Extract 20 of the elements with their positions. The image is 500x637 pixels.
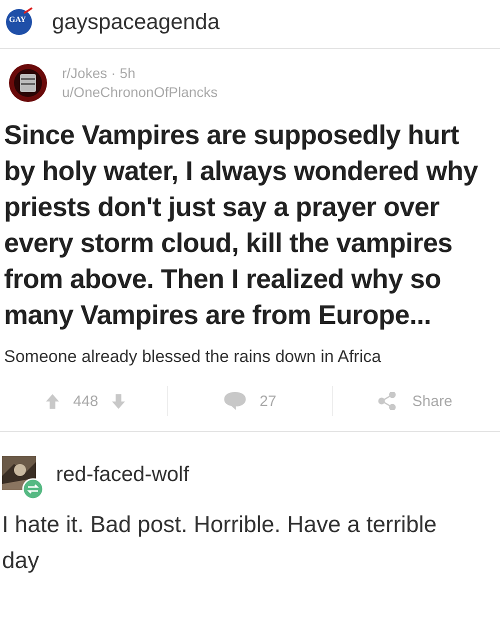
avatar-label: GAY <box>9 15 26 24</box>
subreddit-icon <box>8 63 48 103</box>
reblog-icon <box>22 478 44 500</box>
reblog-comment: I hate it. Bad post. Horrible. Have a terrible day <box>2 510 438 575</box>
post-body: Someone already blessed the rains down in Africa <box>4 347 382 367</box>
comment-icon[interactable] <box>224 392 246 410</box>
score: 448 <box>73 392 98 410</box>
share-icon[interactable] <box>376 392 398 410</box>
post-age: 5h <box>120 65 136 81</box>
comment-count: 27 <box>260 392 276 410</box>
separator-dot: · <box>111 65 116 81</box>
subreddit-name[interactable]: r/Jokes <box>62 65 108 81</box>
upvote-icon[interactable] <box>46 394 60 408</box>
blog-name[interactable]: gayspaceagenda <box>52 9 220 35</box>
username[interactable]: u/OneChrononOfPlancks <box>62 83 218 102</box>
avatar-icon <box>4 7 34 37</box>
downvote-icon[interactable] <box>112 394 126 408</box>
share-link[interactable]: Share <box>412 392 452 410</box>
reblogger-name[interactable]: red-faced-wolf <box>56 463 190 487</box>
post-title: Since Vampires are supposedly hurt by holy water, I always wondered why priests don't just say a prayer over every storm cloud, kill the vampires from above. Then I realized why so many Vampires are from Europe... <box>4 119 479 332</box>
